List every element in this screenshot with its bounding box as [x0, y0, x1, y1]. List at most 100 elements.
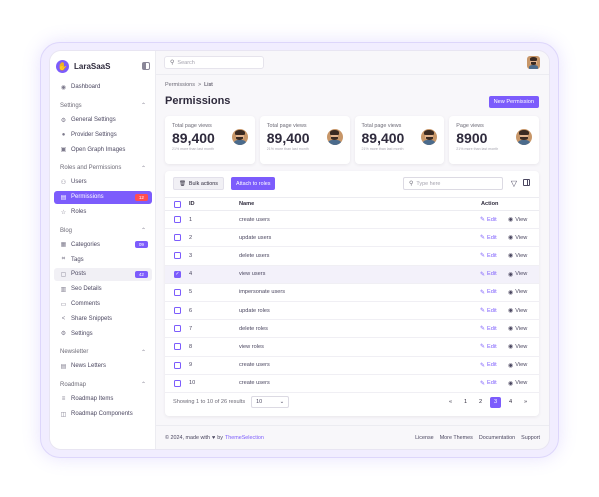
view-button[interactable]: ◉ View	[508, 234, 527, 242]
per-page-select[interactable]: 10 ⌄	[251, 396, 290, 408]
sidebar-section-header[interactable]: Newsletter ⌃	[54, 346, 152, 358]
page-button[interactable]: 2	[475, 397, 486, 408]
table-row[interactable]: 9 create users ✎ Edit ◉ View	[165, 357, 539, 375]
last-page-button[interactable]: »	[520, 397, 531, 408]
footer-link-support[interactable]: Support	[521, 435, 540, 441]
edit-button[interactable]: ✎ Edit	[480, 234, 497, 242]
sidebar-item-users[interactable]: ⚇ Users	[54, 176, 152, 189]
view-button[interactable]: ◉ View	[508, 343, 527, 351]
sidebar-section-header[interactable]: Settings ⌃	[54, 100, 152, 112]
row-checkbox[interactable]	[174, 288, 181, 296]
sidebar-item-news-letters[interactable]: ▤ News Letters	[54, 360, 152, 373]
column-header-name[interactable]: Name	[239, 201, 254, 207]
bulk-actions-button[interactable]: 🗑 Bulk actions	[173, 177, 224, 190]
table-row[interactable]: 6 update roles ✎ Edit ◉ View	[165, 302, 539, 321]
eye-icon: ◉	[508, 289, 514, 296]
view-button[interactable]: ◉ View	[508, 307, 527, 315]
table-row[interactable]: 8 view roles ✎ Edit ◉ View	[165, 338, 539, 357]
columns-icon[interactable]	[523, 179, 530, 186]
sidebar-item-open-graph-images[interactable]: ▣ Open Graph Images	[54, 143, 152, 156]
table-row[interactable]: 1 create users ✎ Edit ◉ View	[165, 211, 539, 230]
row-checkbox[interactable]	[174, 252, 181, 260]
view-button[interactable]: ◉ View	[508, 289, 527, 296]
row-checkbox[interactable]	[174, 379, 181, 387]
attach-to-roles-button[interactable]: Attach to roles	[231, 177, 276, 190]
view-label: View	[515, 252, 528, 259]
row-checkbox[interactable]	[174, 216, 181, 224]
sidebar-item-permissions[interactable]: ▤ Permissions 12	[54, 190, 152, 204]
footer-link-documentation[interactable]: Documentation	[479, 435, 515, 441]
column-header-id[interactable]: ID	[189, 201, 195, 207]
row-checkbox[interactable]	[174, 361, 181, 369]
page-button[interactable]: 1	[460, 397, 471, 408]
avatar[interactable]	[527, 56, 540, 69]
view-button[interactable]: ◉ View	[508, 271, 527, 278]
row-checkbox[interactable]	[174, 307, 181, 315]
row-name: update roles	[239, 307, 270, 314]
edit-button[interactable]: ✎ Edit	[480, 380, 497, 387]
row-checkbox[interactable]: ✓	[174, 270, 181, 278]
filter-icon[interactable]: ▽	[511, 179, 517, 188]
avatar	[421, 129, 438, 145]
view-button[interactable]: ◉ View	[508, 216, 527, 224]
row-id: 6	[189, 307, 193, 314]
sidebar-item-provider-settings[interactable]: ● Provider Settings	[54, 128, 152, 141]
edit-button[interactable]: ✎ Edit	[480, 343, 497, 351]
table-search-input[interactable]: ⚲ Type here	[403, 177, 503, 190]
sidebar-item-label: Provider Settings	[71, 131, 117, 138]
view-button[interactable]: ◉ View	[508, 325, 527, 333]
row-checkbox[interactable]	[174, 325, 181, 333]
new-permission-button[interactable]: New Permission	[488, 96, 539, 108]
table-row[interactable]: 7 delete roles ✎ Edit ◉ View	[165, 320, 539, 339]
brand[interactable]: ✋ LaraSaaS	[56, 58, 150, 74]
sidebar-section-header[interactable]: Roles and Permissions ⌃	[54, 162, 152, 174]
view-button[interactable]: ◉ View	[508, 380, 527, 387]
sidebar-item-comments[interactable]: ▭ Comments	[54, 298, 152, 311]
page-button[interactable]: 4	[505, 397, 516, 408]
page-button[interactable]: 3	[490, 396, 501, 408]
sidebar-item-settings[interactable]: ⚙ Settings	[54, 327, 152, 340]
edit-icon: ✎	[480, 217, 486, 224]
sidebar-item-roadmap-components[interactable]: ◫ Roadmap Components	[54, 408, 152, 421]
edit-button[interactable]: ✎ Edit	[480, 216, 497, 224]
sidebar-item-share-snippets[interactable]: < Share Snippets	[54, 312, 152, 325]
table-row[interactable]: 2 update users ✎ Edit ◉ View	[165, 229, 539, 248]
row-checkbox[interactable]	[174, 343, 181, 351]
sidebar-section-header[interactable]: Roadmap ⌃	[54, 379, 152, 391]
edit-button[interactable]: ✎ Edit	[480, 362, 497, 369]
sidebar-item-tags[interactable]: ⌗ Tags	[54, 253, 152, 266]
footer-link-more-themes[interactable]: More Themes	[440, 435, 473, 441]
view-button[interactable]: ◉ View	[508, 362, 527, 369]
sidebar-item-posts[interactable]: ▢ Posts 42	[54, 267, 152, 281]
table-row[interactable]: ✓ 4 view users ✎ Edit ◉ View	[165, 265, 539, 284]
edit-button[interactable]: ✎ Edit	[480, 307, 497, 315]
search-input[interactable]: ⚲ Search	[164, 56, 264, 69]
sidebar-item-categories[interactable]: ▦ Categories 09	[54, 238, 152, 251]
row-id: 8	[189, 343, 193, 350]
edit-button[interactable]: ✎ Edit	[480, 289, 497, 296]
table-row[interactable]: 5 impersonate users ✎ Edit ◉ View	[165, 284, 539, 302]
edit-button[interactable]: ✎ Edit	[480, 271, 497, 278]
edit-label: Edit	[487, 343, 497, 350]
view-button[interactable]: ◉ View	[508, 252, 528, 260]
sidebar-item-roadmap-items[interactable]: ≡ Roadmap Items	[54, 393, 152, 406]
table-row[interactable]: 3 delete users ✎ Edit ◉ View	[165, 247, 539, 266]
edit-button[interactable]: ✎ Edit	[480, 325, 497, 333]
table-row[interactable]: 10 create users ✎ Edit ◉ View	[165, 375, 539, 393]
row-checkbox[interactable]	[174, 234, 181, 242]
footer-link-license[interactable]: License	[415, 435, 434, 441]
footer-company-link[interactable]: ThemeSelection	[225, 435, 264, 441]
row-id: 7	[189, 325, 193, 332]
sidebar-section-header[interactable]: Blog ⌃	[54, 225, 152, 237]
sidebar-item-roles[interactable]: ☆ Roles	[54, 206, 152, 219]
sidebar-toggle-icon[interactable]	[142, 62, 150, 70]
sidebar-item-general-settings[interactable]: ⚙ General Settings	[54, 114, 152, 127]
sidebar-item-dashboard[interactable]: ◉ Dashboard	[54, 81, 152, 94]
select-all-checkbox[interactable]	[174, 200, 181, 208]
first-page-button[interactable]: «	[445, 397, 456, 408]
breadcrumb-parent[interactable]: Permissions	[165, 82, 195, 88]
edit-button[interactable]: ✎ Edit	[480, 252, 497, 260]
row-name: view roles	[239, 343, 264, 350]
sidebar-item-label: Dashboard	[71, 84, 101, 91]
sidebar-item-seo-details[interactable]: ▥ Seo Details	[54, 283, 152, 296]
